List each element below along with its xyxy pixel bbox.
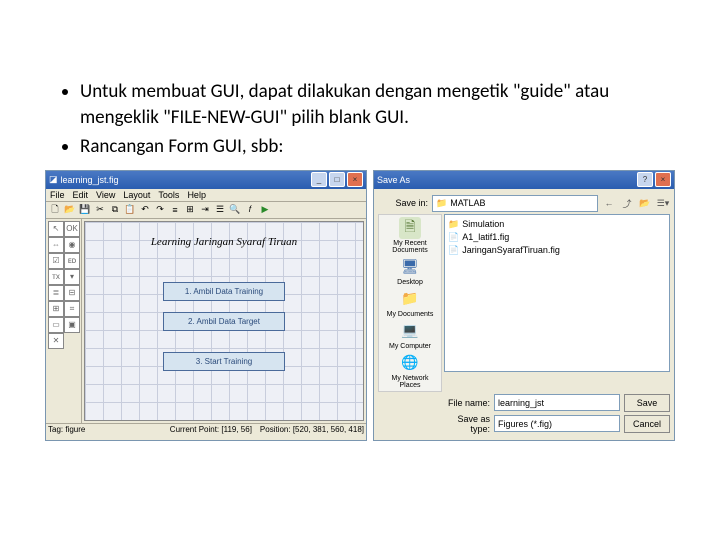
menu-file[interactable]: File: [50, 190, 65, 200]
save-in-combo[interactable]: 📁 MATLAB: [432, 195, 598, 212]
save-button[interactable]: Save: [624, 394, 670, 412]
bullet-2: Rancangan Form GUI, sbb:: [80, 134, 680, 160]
places-bar: 🗎 My Recent Documents 🖥 Desktop 📁 My Doc…: [378, 214, 442, 392]
bullet-list: Untuk membuat GUI, dapat dilakukan denga…: [40, 79, 680, 160]
place-documents[interactable]: 📁 My Documents: [381, 288, 439, 318]
gui-button-2[interactable]: 2. Ambil Data Target: [163, 312, 285, 331]
inspector-icon[interactable]: 🔍: [228, 203, 242, 217]
dialog-titlebar[interactable]: Save As ? ×: [374, 171, 674, 189]
up-folder-icon[interactable]: ⤴: [620, 196, 634, 210]
design-canvas[interactable]: Learning Jaringan Syaraf Tiruan 1. Ambil…: [84, 221, 364, 421]
edit-tool-icon[interactable]: ᴇᴅ: [64, 253, 80, 269]
file-list[interactable]: 📁Simulation 📄A1_latif1.fig 📄JaringanSyar…: [444, 214, 670, 372]
save-icon[interactable]: 💾: [78, 203, 92, 217]
cut-icon[interactable]: ✂: [93, 203, 107, 217]
popup-tool-icon[interactable]: ▾: [64, 269, 80, 285]
status-point: Current Point: [119, 56]: [170, 425, 252, 434]
list-item[interactable]: 📄A1_latif1.fig: [448, 231, 666, 244]
status-position: Position: [520, 381, 560, 418]: [260, 425, 364, 434]
form-title: Learning Jaringan Syaraf Tiruan: [85, 236, 363, 248]
dialog-close-button[interactable]: ×: [655, 172, 671, 187]
radio-tool-icon[interactable]: ◉: [64, 237, 80, 253]
bullet-1: Untuk membuat GUI, dapat dilakukan denga…: [80, 79, 680, 130]
place-desktop[interactable]: 🖥 Desktop: [381, 256, 439, 286]
file-name-label: File name:: [440, 398, 490, 408]
new-icon[interactable]: 🗋: [48, 203, 62, 217]
slider-tool-icon[interactable]: ⇔: [48, 237, 64, 253]
dialog-help-button[interactable]: ?: [637, 172, 653, 187]
open-icon[interactable]: 📂: [63, 203, 77, 217]
checkbox-tool-icon[interactable]: ☑: [48, 253, 64, 269]
fig-file-icon: 📄: [448, 232, 459, 243]
menu-edit[interactable]: Edit: [73, 190, 89, 200]
place-computer[interactable]: 💻 My Computer: [381, 320, 439, 350]
gui-button-3[interactable]: 3. Start Training: [163, 352, 285, 371]
place-network[interactable]: 🌐 My Network Places: [381, 352, 439, 389]
network-icon: 🌐: [399, 352, 421, 374]
save-type-label: Save as type:: [440, 414, 490, 434]
folder-icon: 📁: [436, 198, 447, 209]
copy-icon[interactable]: ⧉: [108, 203, 122, 217]
save-as-dialog: Save As ? × Save in: 📁 MATLAB ← ⤴ 📂 ☰▾: [373, 170, 675, 441]
menu-layout[interactable]: Layout: [123, 190, 150, 200]
recent-icon: 🗎: [399, 217, 421, 239]
menu-bar: File Edit View Layout Tools Help: [46, 189, 366, 202]
listbox-tool-icon[interactable]: ≣: [48, 285, 64, 301]
redo-icon[interactable]: ↷: [153, 203, 167, 217]
dialog-title: Save As: [377, 175, 410, 185]
app-icon: ◪: [49, 174, 58, 185]
status-tag: Tag: figure: [48, 425, 85, 434]
new-folder-icon[interactable]: 📂: [638, 196, 652, 210]
desktop-icon: 🖥: [399, 256, 421, 278]
align-icon[interactable]: ≡: [168, 203, 182, 217]
guide-editor-window: ◪ learning_jst.fig _ □ × File Edit View …: [45, 170, 367, 441]
toggle-tool-icon[interactable]: ⊟: [64, 285, 80, 301]
grid-icon[interactable]: ⊞: [183, 203, 197, 217]
component-palette: ↖ OK ⇔ ◉ ☑ ᴇᴅ ᴛx ▾ ≣ ⊟ ⊞ ⌗ ▭ ▣ ✕: [46, 219, 82, 423]
cancel-button[interactable]: Cancel: [624, 415, 670, 433]
menu-tools[interactable]: Tools: [158, 190, 179, 200]
gui-button-1[interactable]: 1. Ambil Data Training: [163, 282, 285, 301]
views-icon[interactable]: ☰▾: [656, 196, 670, 210]
menu-view[interactable]: View: [96, 190, 115, 200]
computer-icon: 💻: [399, 320, 421, 342]
maximize-button[interactable]: □: [329, 172, 345, 187]
place-recent[interactable]: 🗎 My Recent Documents: [381, 217, 439, 254]
file-name-input[interactable]: learning_jst: [494, 394, 620, 411]
activex-tool-icon[interactable]: ✕: [48, 333, 64, 349]
close-button[interactable]: ×: [347, 172, 363, 187]
undo-icon[interactable]: ↶: [138, 203, 152, 217]
list-item[interactable]: 📄JaringanSyarafTiruan.fig: [448, 244, 666, 257]
select-tool-icon[interactable]: ↖: [48, 221, 64, 237]
table-tool-icon[interactable]: ⊞: [48, 301, 64, 317]
pushbutton-tool-icon[interactable]: OK: [64, 221, 80, 237]
minimize-button[interactable]: _: [311, 172, 327, 187]
save-type-combo[interactable]: Figures (*.fig): [494, 415, 620, 432]
editor-toolbar: 🗋 📂 💾 ✂ ⧉ 📋 ↶ ↷ ≡ ⊞ ⇥ ☰ 🔍 𝑓 ▶: [46, 202, 366, 219]
menu-help[interactable]: Help: [187, 190, 206, 200]
m-file-icon[interactable]: 𝑓: [243, 203, 257, 217]
save-in-label: Save in:: [378, 198, 428, 208]
buttongroup-tool-icon[interactable]: ▣: [64, 317, 80, 333]
run-icon[interactable]: ▶: [258, 203, 272, 217]
panel-tool-icon[interactable]: ▭: [48, 317, 64, 333]
back-icon[interactable]: ←: [602, 196, 616, 210]
tab-order-icon[interactable]: ⇥: [198, 203, 212, 217]
axes-tool-icon[interactable]: ⌗: [64, 301, 80, 317]
folder-icon: 📁: [448, 219, 459, 230]
menu-editor-icon[interactable]: ☰: [213, 203, 227, 217]
text-tool-icon[interactable]: ᴛx: [48, 269, 64, 285]
list-item[interactable]: 📁Simulation: [448, 218, 666, 231]
status-bar: Tag: figure Current Point: [119, 56] Pos…: [46, 423, 366, 435]
window-title: learning_jst.fig: [61, 175, 119, 185]
paste-icon[interactable]: 📋: [123, 203, 137, 217]
documents-icon: 📁: [399, 288, 421, 310]
editor-titlebar[interactable]: ◪ learning_jst.fig _ □ ×: [46, 171, 366, 189]
fig-file-icon: 📄: [448, 245, 459, 256]
save-in-value: MATLAB: [450, 198, 485, 208]
